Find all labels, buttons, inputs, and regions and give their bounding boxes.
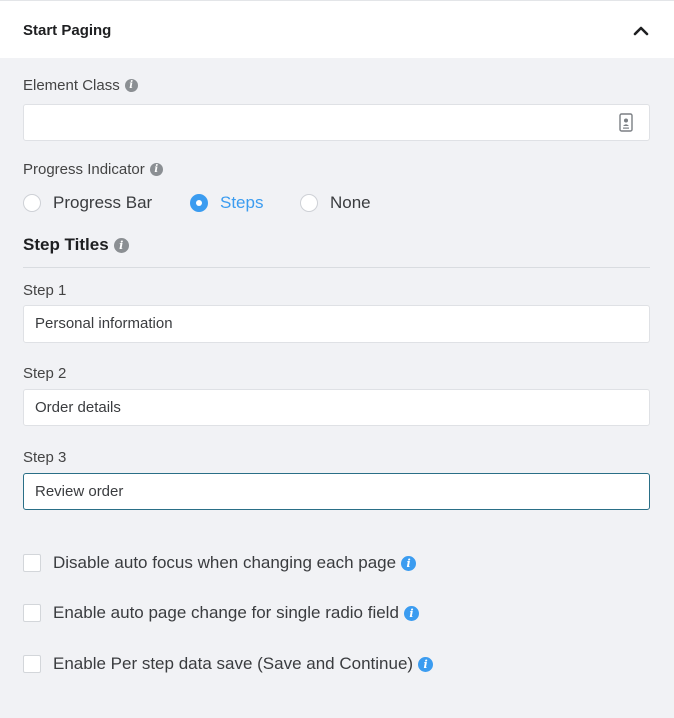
panel-title: Start Paging <box>23 22 112 39</box>
chevron-up-icon[interactable] <box>632 22 650 38</box>
info-icon[interactable]: i <box>124 79 138 92</box>
element-class-input[interactable] <box>23 104 650 141</box>
radio-none[interactable]: None <box>300 190 371 216</box>
radio-progress-bar[interactable]: Progress Bar <box>23 190 152 216</box>
checkbox[interactable] <box>23 604 41 622</box>
step-3-input[interactable]: Review order <box>23 473 650 510</box>
element-class-label: Element Class i <box>23 77 138 94</box>
per-step-data-save-option[interactable]: Enable Per step data save (Save and Cont… <box>23 652 434 676</box>
radio-label: Steps <box>220 193 264 212</box>
divider <box>23 267 650 268</box>
info-icon[interactable]: i <box>418 656 434 672</box>
radio-button[interactable] <box>23 194 41 212</box>
panel-header[interactable]: Start Paging <box>0 0 674 58</box>
disable-auto-focus-option[interactable]: Disable auto focus when changing each pa… <box>23 551 417 575</box>
step-2-input[interactable]: Order details <box>23 389 650 426</box>
info-icon[interactable]: i <box>403 605 419 621</box>
info-icon[interactable]: i <box>401 555 417 571</box>
step-1-label: Step 1 <box>23 282 67 299</box>
progress-indicator-radio-group: Progress Bar Steps None <box>23 190 423 216</box>
step-1-input[interactable]: Personal information <box>23 305 650 343</box>
step-3-label: Step 3 <box>23 449 67 466</box>
checkbox-label: Enable Per step data save (Save and Cont… <box>53 654 414 673</box>
radio-button[interactable] <box>300 194 318 212</box>
checkbox-label: Enable auto page change for single radio… <box>53 603 399 622</box>
progress-indicator-label: Progress Indicator i <box>23 161 163 178</box>
checkbox[interactable] <box>23 554 41 572</box>
auto-page-change-option[interactable]: Enable auto page change for single radio… <box>23 601 419 625</box>
radio-button[interactable] <box>190 194 208 212</box>
radio-label: Progress Bar <box>53 193 153 212</box>
checkbox-label: Disable auto focus when changing each pa… <box>53 553 397 572</box>
step-titles-heading: Step Titles i <box>23 235 129 255</box>
radio-label: None <box>330 193 371 212</box>
checkbox[interactable] <box>23 655 41 673</box>
contacts-book-icon[interactable] <box>619 113 634 132</box>
info-icon[interactable]: i <box>149 163 163 176</box>
info-icon[interactable]: i <box>113 237 129 253</box>
radio-steps[interactable]: Steps <box>190 190 263 216</box>
step-2-label: Step 2 <box>23 365 67 382</box>
